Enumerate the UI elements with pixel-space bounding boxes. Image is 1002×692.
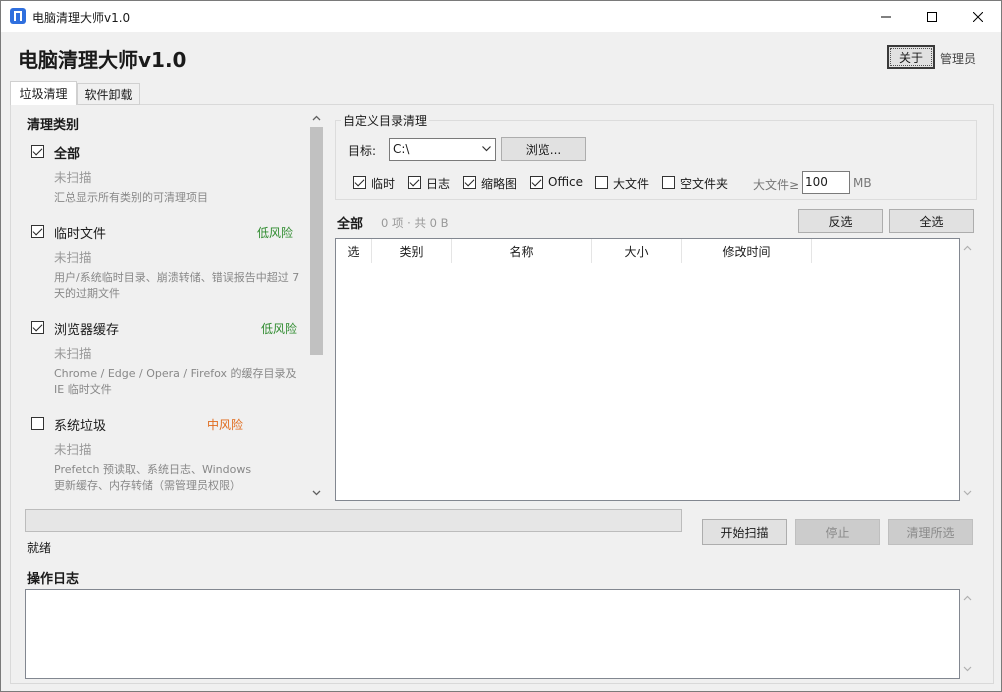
results-table[interactable]: 选 类别 名称 大小 修改时间 [335,238,960,501]
page-title: 电脑清理大师v1.0 [18,48,187,72]
app-window: 电脑清理大师v1.0 电脑清理大师v1.0 关于 管理员 垃圾清理 软件卸载 清… [0,0,1002,692]
target-combo[interactable]: C:\ [389,138,496,161]
category-name-browser: 浏览器缓存 [54,323,120,338]
maximize-icon [927,11,937,22]
categories-heading: 清理类别 [27,118,80,133]
browse-button[interactable]: 浏览... [501,137,586,161]
select-all-button[interactable]: 全选 [889,209,974,233]
log-scroll-down-icon[interactable] [963,664,972,673]
column-header-modified[interactable]: 修改时间 [682,239,812,263]
table-scroll-up-icon[interactable] [963,244,972,253]
option-checkbox-bigfile[interactable] [595,176,608,189]
log-scroll-up-icon[interactable] [963,594,972,603]
bigfile-unit-label: MB [853,176,872,190]
risk-badge-system: 中风险 [207,418,244,432]
start-scan-button[interactable]: 开始扫描 [702,519,787,545]
category-checkbox-temp[interactable] [31,225,44,238]
bigfile-threshold-input[interactable]: 100 [802,171,850,194]
category-status-temp: 未扫描 [54,250,92,265]
custom-dir-legend: 自定义目录清理 [341,112,430,129]
minimize-icon [881,16,891,17]
option-checkbox-temp[interactable] [353,176,366,189]
scroll-down-icon[interactable] [312,488,321,497]
risk-badge-temp: 低风险 [257,226,294,240]
tab-software-uninstall[interactable]: 软件卸载 [77,83,140,105]
option-checkbox-office[interactable] [530,176,543,189]
option-checkbox-thumb[interactable] [463,176,476,189]
category-checkbox-system[interactable] [31,417,44,430]
risk-badge-browser: 低风险 [261,322,298,336]
close-button[interactable] [955,1,1001,32]
log-textarea[interactable] [25,589,960,679]
category-desc-system: Prefetch 预读取、系统日志、Windows 更新缓存、内存转储（需管理员… [54,463,252,492]
category-desc-browser: Chrome / Edge / Opera / Firefox 的缓存目录及 I… [54,367,297,396]
scroll-up-icon[interactable] [312,114,321,123]
category-status-all: 未扫描 [54,170,92,185]
target-combo-value: C:\ [393,142,410,156]
column-header-select[interactable]: 选 [336,239,372,263]
categories-scroll-thumb[interactable] [310,127,323,355]
category-name-temp: 临时文件 [54,227,107,242]
invert-selection-button[interactable]: 反选 [798,209,883,233]
role-label: 管理员 [940,52,977,66]
chevron-down-icon [482,146,491,152]
target-label: 目标: [348,144,377,158]
bigfile-threshold-label: 大文件≥ [753,178,800,192]
window-title: 电脑清理大师v1.0 [32,11,131,25]
scan-progress-bar [25,509,682,532]
category-status-browser: 未扫描 [54,346,92,361]
close-icon [973,11,983,22]
option-label-empty-folder: 空文件夹 [680,177,729,191]
category-checkbox-all[interactable] [31,145,44,158]
option-label-log: 日志 [426,177,451,191]
log-title: 操作日志 [27,572,80,587]
column-header-category[interactable]: 类别 [372,239,452,263]
table-scroll-down-icon[interactable] [963,488,972,497]
category-name-system: 系统垃圾 [54,419,107,434]
category-name-all: 全部 [54,147,81,162]
status-text: 就绪 [27,541,52,555]
option-label-thumb: 缩略图 [481,177,518,191]
option-label-office: Office [548,175,584,189]
option-label-temp: 临时 [371,177,396,191]
column-header-name[interactable]: 名称 [452,239,592,263]
category-desc-temp: 用户/系统临时目录、崩溃转储、错误报告中超过 7 天的过期文件 [54,271,300,300]
option-checkbox-empty-folder[interactable] [662,176,675,189]
title-bar: 电脑清理大师v1.0 [1,1,1001,32]
about-button[interactable]: 关于 [887,45,935,69]
maximize-button[interactable] [909,1,955,32]
app-logo-icon [10,8,26,24]
tab-junk-clean[interactable]: 垃圾清理 [10,81,77,105]
list-summary: 0 项 · 共 0 B [381,216,449,230]
option-checkbox-log[interactable] [408,176,421,189]
option-label-bigfile: 大文件 [613,177,650,191]
list-title: 全部 [337,217,364,232]
column-header-size[interactable]: 大小 [592,239,682,263]
category-checkbox-browser[interactable] [31,321,44,334]
category-status-system: 未扫描 [54,442,92,457]
stop-button[interactable]: 停止 [795,519,880,545]
category-desc-all: 汇总显示所有类别的可清理项目 [54,191,208,204]
clean-selected-button[interactable]: 清理所选 [888,519,973,545]
minimize-button[interactable] [863,1,909,32]
